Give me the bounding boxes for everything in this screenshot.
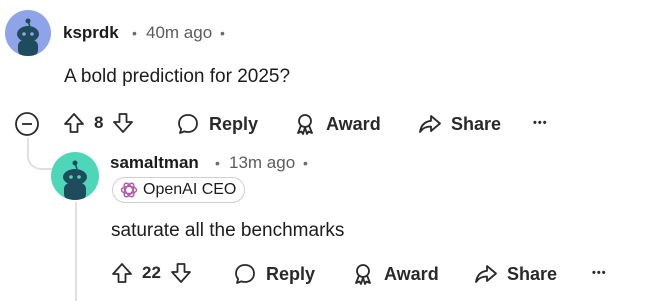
downvote-button[interactable] xyxy=(170,262,192,284)
award-label: Award xyxy=(384,263,439,284)
upvote-button[interactable] xyxy=(63,112,85,134)
openai-logo-icon xyxy=(120,182,138,198)
downvote-icon xyxy=(171,263,191,283)
user-flair: OpenAI CEO xyxy=(112,177,246,203)
vote-group: 8 xyxy=(63,112,134,134)
thread-line xyxy=(75,202,77,301)
meta-separator: • xyxy=(132,25,137,41)
upvote-icon xyxy=(64,113,84,133)
snoo-icon xyxy=(63,160,87,200)
timestamp[interactable]: 13m ago xyxy=(229,153,295,173)
comment-body: A bold prediction for 2025? xyxy=(64,66,291,87)
username[interactable]: ksprdk xyxy=(63,23,119,43)
upvote-button[interactable] xyxy=(111,262,133,284)
snoo-icon xyxy=(17,18,39,56)
comment-body: saturate all the benchmarks xyxy=(111,220,345,241)
reply-label: Reply xyxy=(209,113,259,134)
reply-label: Reply xyxy=(266,263,316,284)
vote-group: 22 xyxy=(111,262,192,284)
username[interactable]: samaltman xyxy=(110,153,199,173)
share-icon xyxy=(475,265,497,283)
vote-score: 8 xyxy=(94,113,104,132)
avatar[interactable] xyxy=(5,10,51,56)
comment-icon xyxy=(235,264,255,284)
award-button[interactable]: Award xyxy=(293,112,381,136)
share-icon xyxy=(419,115,441,133)
more-options-button[interactable]: ••• xyxy=(533,118,548,129)
upvote-icon xyxy=(112,263,132,283)
flair-text: OpenAI CEO xyxy=(143,181,237,198)
meta-separator: • xyxy=(303,155,308,171)
downvote-icon xyxy=(113,113,134,133)
downvote-button[interactable] xyxy=(112,112,134,134)
vote-score: 22 xyxy=(142,263,161,282)
reply-button[interactable]: Reply xyxy=(233,262,315,286)
share-button[interactable]: Share xyxy=(474,262,557,286)
thread-connector xyxy=(27,148,53,170)
collapse-button[interactable] xyxy=(14,111,40,137)
award-label: Award xyxy=(326,113,381,134)
share-label: Share xyxy=(451,113,502,134)
award-button[interactable]: Award xyxy=(351,262,439,286)
reply-button[interactable]: Reply xyxy=(176,112,258,136)
comment-icon xyxy=(178,114,198,134)
award-icon xyxy=(355,264,371,285)
collapse-icon xyxy=(15,112,39,136)
share-button[interactable]: Share xyxy=(418,112,501,136)
meta-separator: • xyxy=(220,25,225,41)
share-label: Share xyxy=(507,263,558,284)
more-options-button[interactable]: ••• xyxy=(592,268,607,279)
award-icon xyxy=(297,114,313,135)
timestamp[interactable]: 40m ago xyxy=(146,23,212,43)
avatar[interactable] xyxy=(51,152,99,200)
meta-separator: • xyxy=(215,155,220,171)
